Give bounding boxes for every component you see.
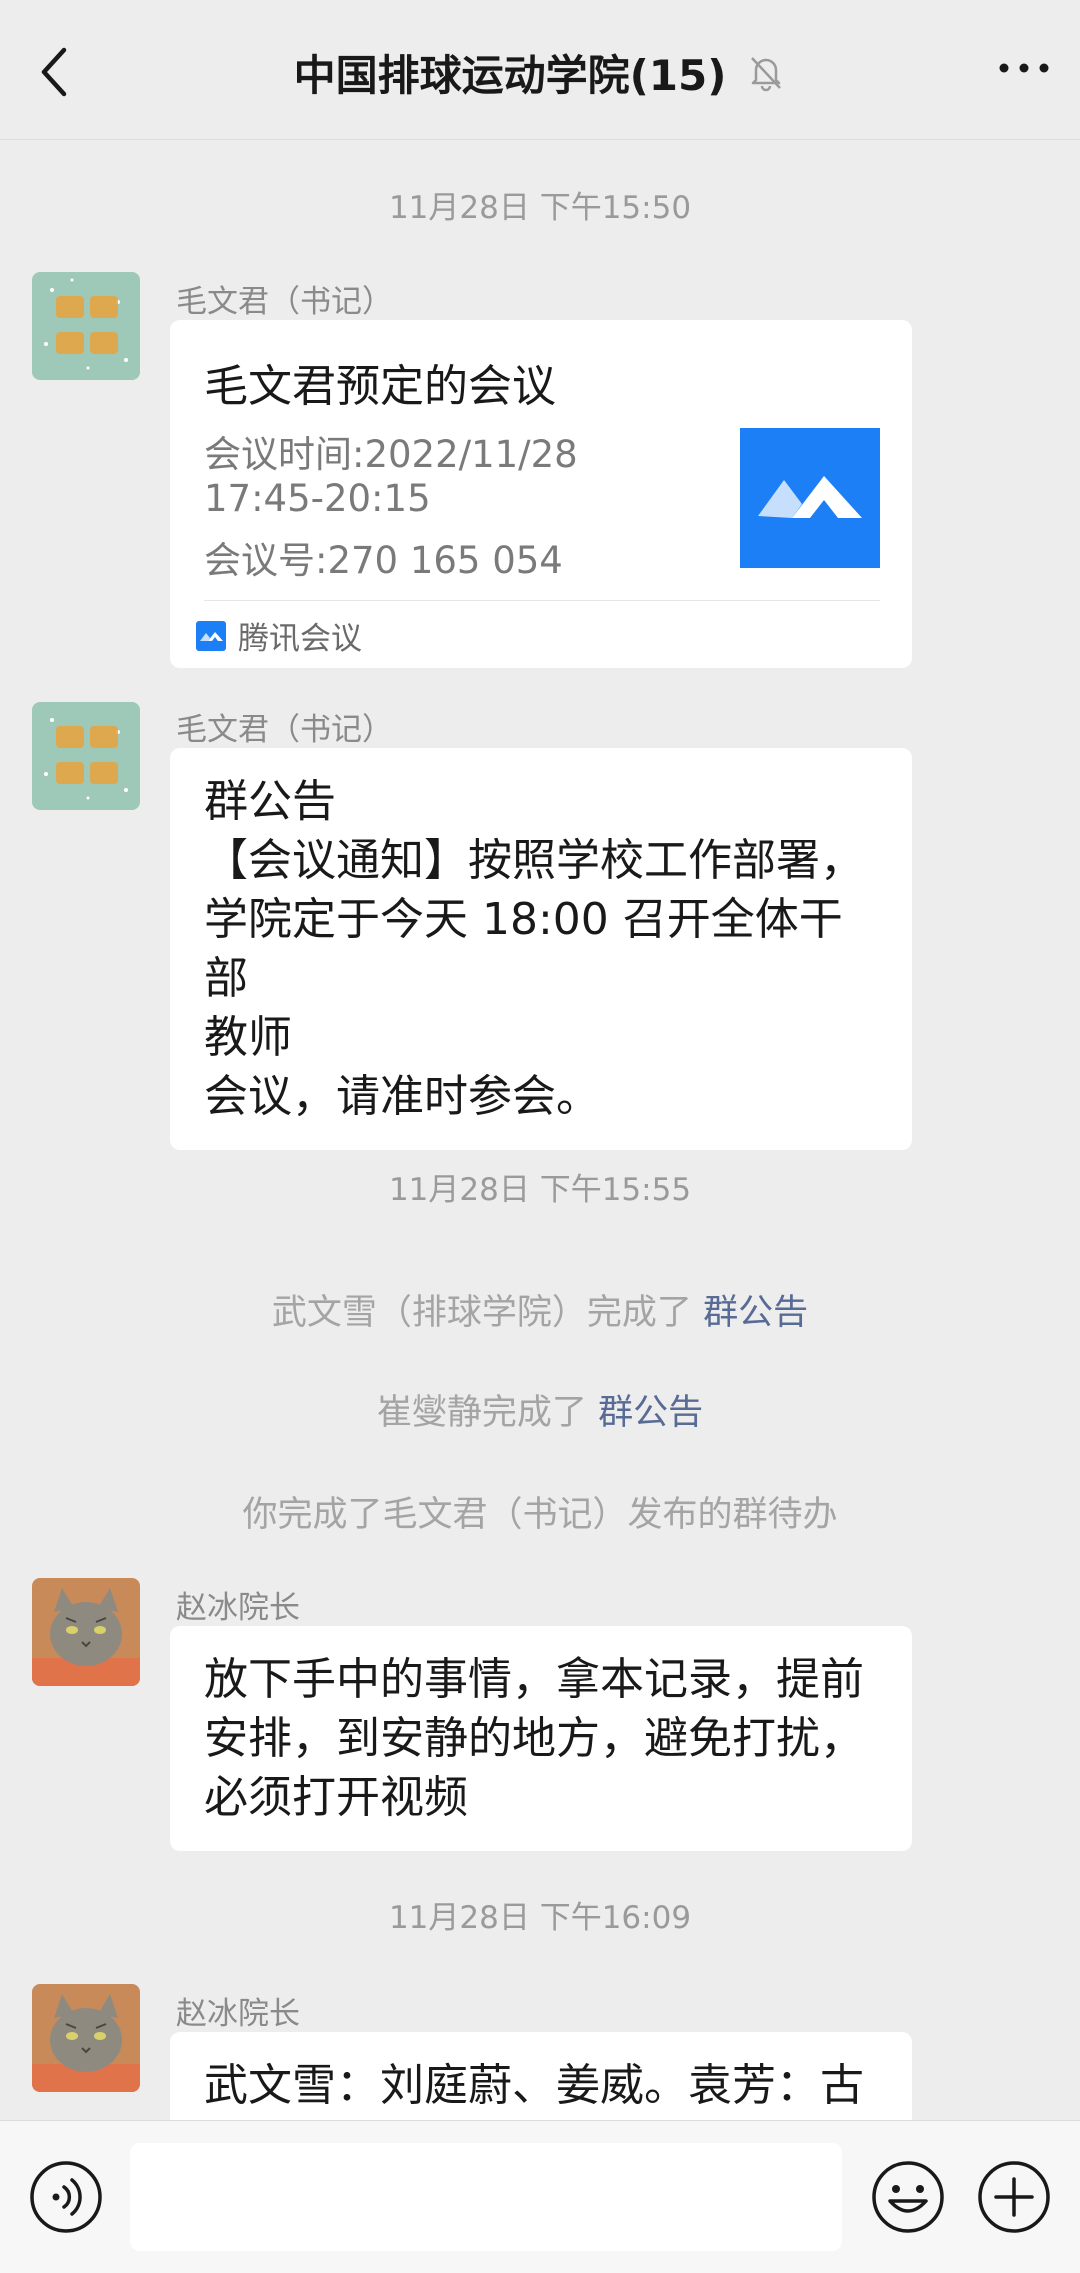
emoji-icon[interactable] [870, 2159, 946, 2235]
plus-circle-icon[interactable] [976, 2159, 1052, 2235]
meeting-id: 会议号:270 165 054 [204, 539, 563, 582]
chat-header: 中国排球运动学院(15) [0, 0, 1080, 140]
system-event-text: 你完成了毛文君（书记）发布的群待办 [242, 1495, 838, 1535]
message-list[interactable]: 11月28日 下午15:50 毛文君（书记） 毛文君预定的会议 会议时间:202… [0, 140, 1080, 2120]
voice-icon[interactable] [28, 2159, 104, 2235]
sender-name: 赵冰院长 [176, 1590, 300, 1626]
avatar[interactable] [32, 702, 140, 810]
system-event: 你完成了毛文君（书记）发布的群待办 [0, 1486, 1080, 1537]
system-event-text: 武文雪（排球学院）完成了 [271, 1293, 704, 1333]
message-bubble[interactable]: 群公告 【会议通知】按照学校工作部署， 学院定于今天 18:00 召开全体干部 … [170, 748, 912, 1150]
tencent-meeting-icon [740, 428, 880, 568]
bell-off-icon [751, 57, 782, 92]
message-bubble[interactable]: 放下手中的事情，拿本记录，提前 安排，到安静的地方，避免打扰， 必须打开视频 [170, 1626, 912, 1851]
system-event: 武文雪（排球学院）完成了 群公告 [0, 1284, 1080, 1335]
sender-name: 赵冰院长 [176, 1996, 300, 2032]
meeting-time: 会议时间:2022/11/28 [204, 433, 578, 476]
input-bar [0, 2120, 1080, 2273]
message-text: 群公告 【会议通知】按照学校工作部署， 学院定于今天 18:00 召开全体干部 … [204, 776, 864, 1122]
avatar-image [32, 702, 140, 810]
timestamp: 11月28日 下午15:50 [388, 190, 692, 226]
meeting-title: 毛文君预定的会议 [204, 361, 556, 412]
sender-name: 毛文君（书记） [176, 284, 393, 320]
chat-title: 中国排球运动学院(15) [293, 50, 727, 100]
avatar[interactable] [32, 1578, 140, 1686]
message-text: 放下手中的事情，拿本记录，提前 安排，到安静的地方，避免打扰， 必须打开视频 [204, 1654, 864, 1823]
timestamp: 11月28日 下午16:09 [388, 1900, 692, 1936]
cat-avatar-image [32, 1578, 140, 1686]
cat-avatar-image [32, 1984, 140, 2092]
title-area: 中国排球运动学院(15) [0, 44, 1080, 100]
message-bubble[interactable]: 武文雪：刘庭蔚、姜威。袁芳：古 [170, 2032, 912, 2120]
app-name: 腾讯会议 [238, 621, 362, 657]
notice-link[interactable]: 群公告 [703, 1293, 808, 1333]
more-horizontal-icon[interactable] [996, 58, 1052, 78]
sender-name: 毛文君（书记） [176, 712, 393, 748]
system-event-text: 崔燮静完成了 [376, 1393, 599, 1433]
notice-link[interactable]: 群公告 [598, 1393, 703, 1433]
timestamp: 11月28日 下午15:55 [388, 1172, 692, 1208]
meeting-card[interactable]: 毛文君预定的会议 会议时间:2022/11/28 17:45-20:15 会议号… [170, 320, 912, 668]
avatar[interactable] [32, 1984, 140, 2092]
message-text: 武文雪：刘庭蔚、姜威。袁芳：古 [204, 2060, 864, 2111]
avatar-image [32, 272, 140, 380]
meeting-time-range: 17:45-20:15 [204, 477, 431, 520]
system-event: 崔燮静完成了 群公告 [0, 1384, 1080, 1435]
tencent-meeting-small-icon [196, 620, 226, 651]
card-divider [204, 600, 880, 601]
message-input[interactable] [130, 2143, 842, 2251]
avatar[interactable] [32, 272, 140, 380]
card-footer: 腾讯会议 [196, 613, 362, 658]
